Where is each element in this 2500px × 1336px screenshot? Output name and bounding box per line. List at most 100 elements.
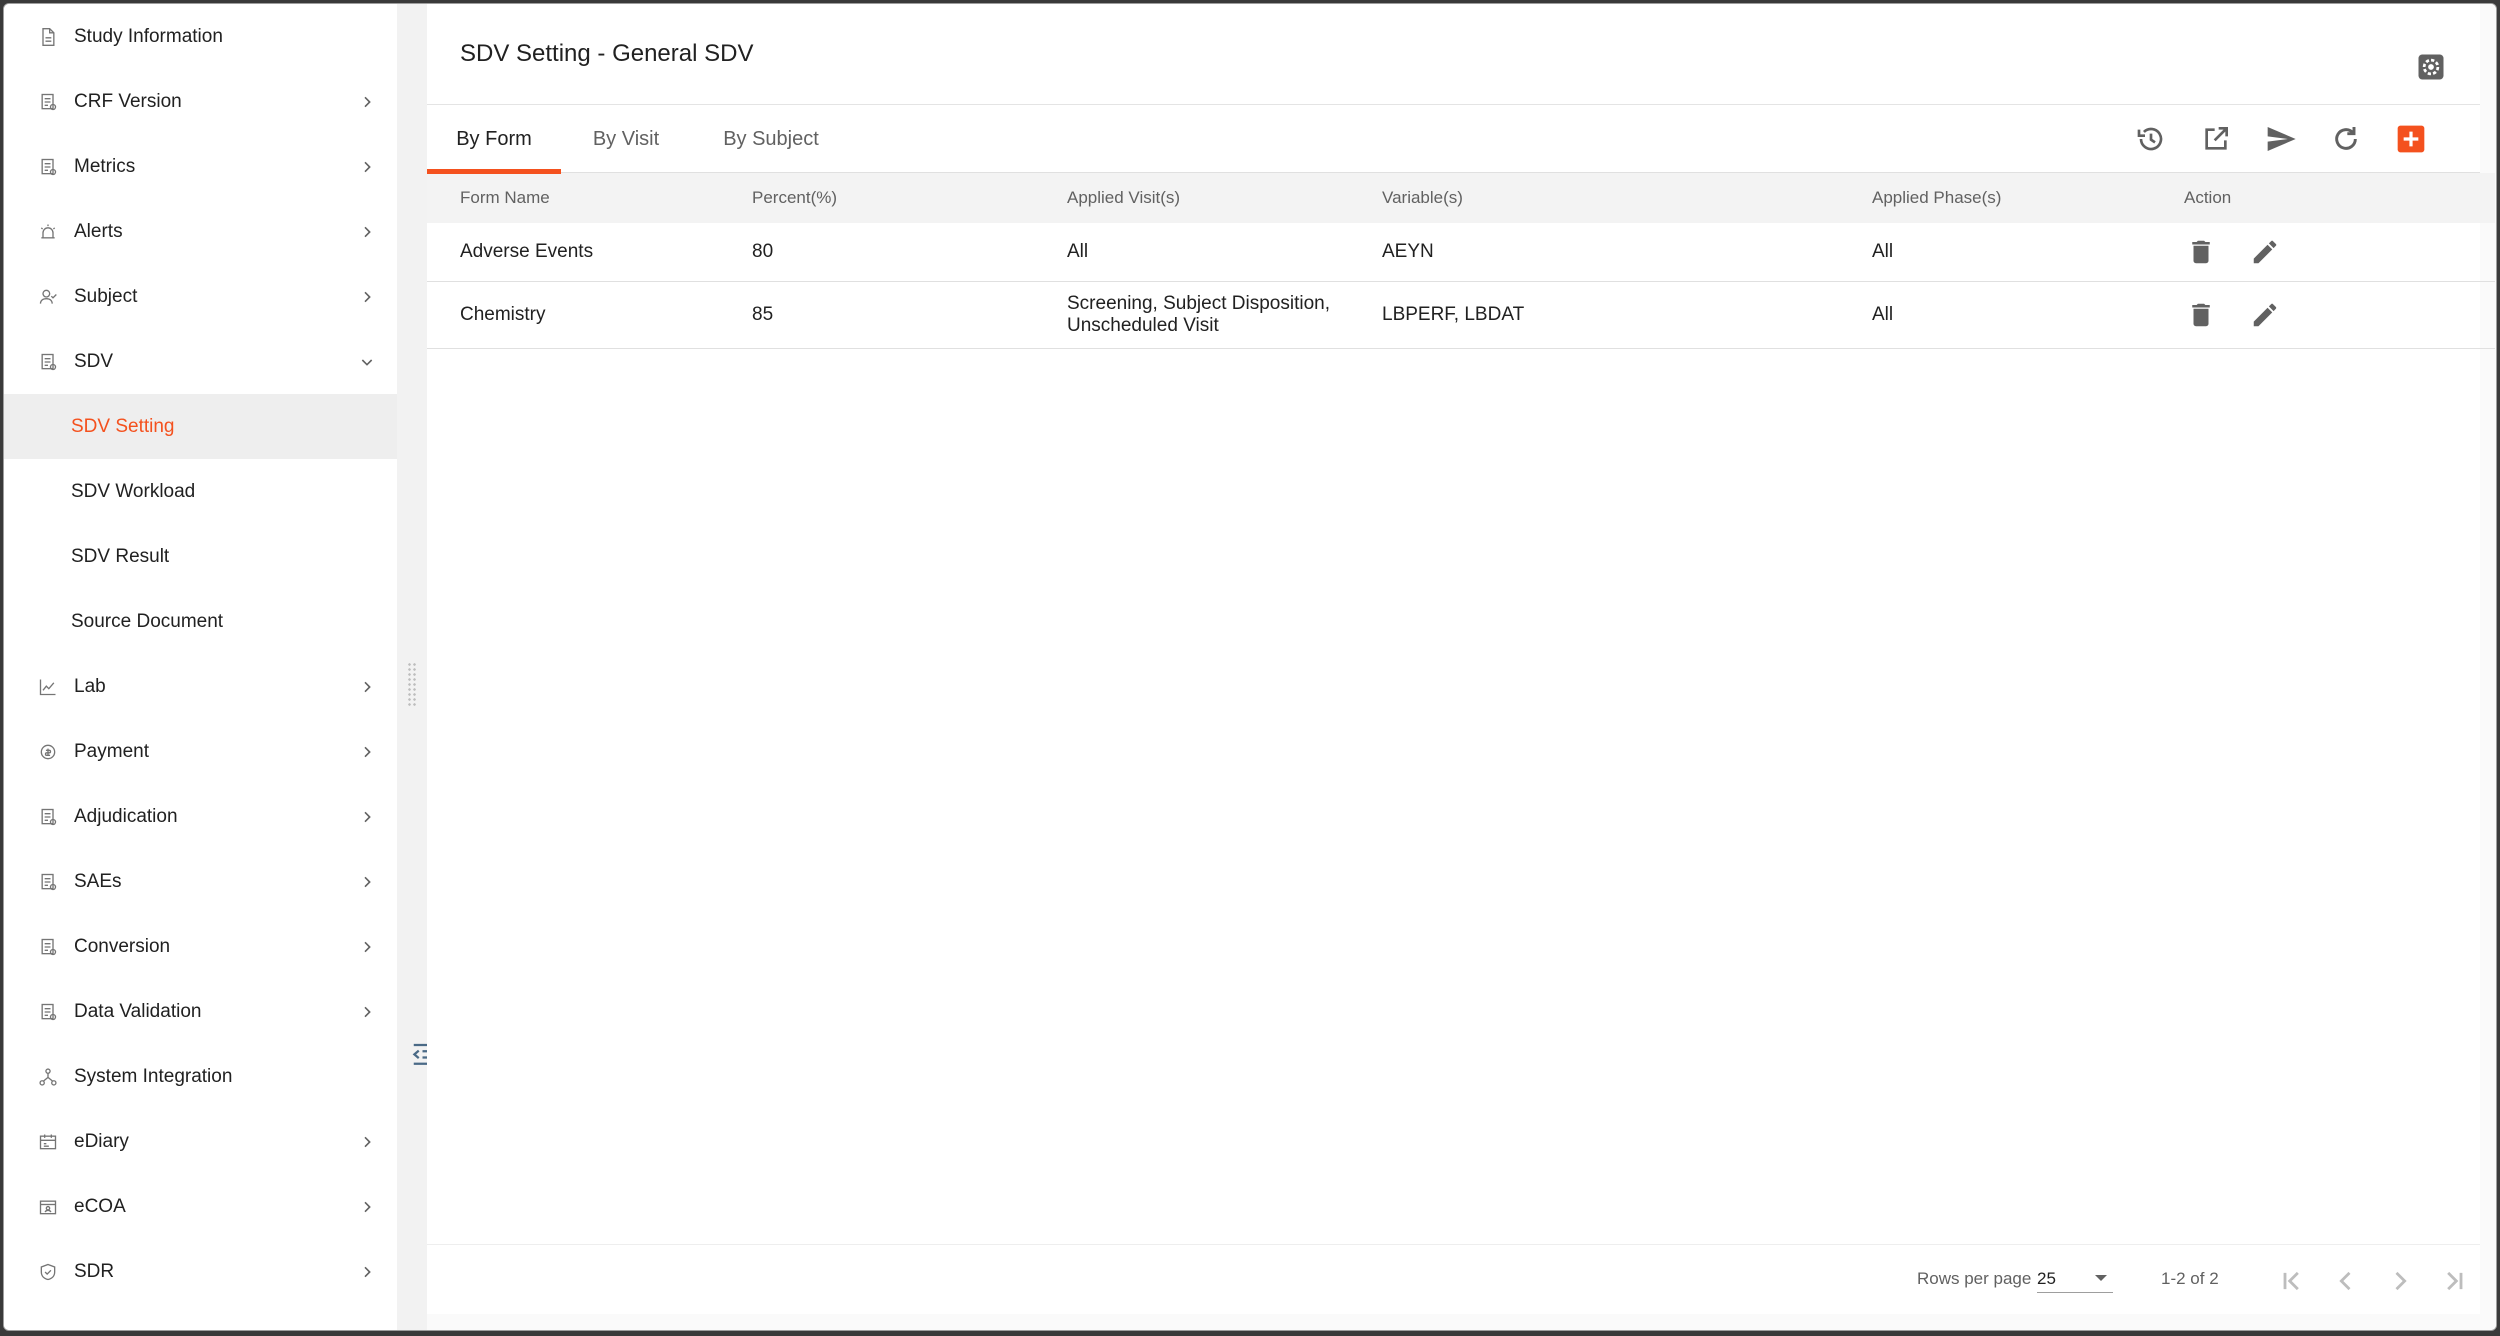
sidebar-item-saes[interactable]: SAEs [4, 849, 397, 914]
delete-icon[interactable] [2184, 235, 2218, 269]
chevron-right-icon [359, 159, 375, 175]
sidebar-subitem-sdv-setting[interactable]: SDV Setting [4, 394, 397, 459]
form-icon [38, 872, 58, 892]
rows-per-page-label: Rows per page [1917, 1269, 2032, 1288]
sidebar-item-label: SAEs [74, 870, 122, 892]
open-in-new-icon[interactable] [2197, 120, 2235, 158]
send-icon[interactable] [2262, 120, 2300, 158]
cell-variables: AEYN [1382, 223, 1872, 282]
sidebar-item-crf-version[interactable]: CRF Version [4, 69, 397, 134]
toolbar [2132, 120, 2430, 158]
next-page-icon[interactable] [2380, 1261, 2420, 1301]
sidebar-subitem-sdv-result[interactable]: SDV Result [4, 524, 397, 589]
tab-by-subject[interactable]: By Subject [691, 105, 851, 173]
form-icon [38, 352, 58, 372]
line-chart-icon [38, 677, 58, 697]
column-header-percent[interactable]: Percent(%) [752, 173, 1067, 223]
chevron-down-icon [359, 354, 375, 370]
sidebar-item-ediary[interactable]: eDiary [4, 1109, 397, 1174]
tab-label: By Visit [592, 127, 660, 150]
sidebar-item-lab[interactable]: Lab [4, 654, 397, 719]
first-page-icon[interactable] [2272, 1261, 2312, 1301]
column-header-action: Action [2184, 188, 2232, 207]
sidebar-item-system-integration[interactable]: System Integration [4, 1044, 397, 1109]
tab-label: By Subject [723, 127, 819, 150]
gear-icon[interactable] [2416, 52, 2446, 82]
sidebar-item-label: SDV [74, 350, 114, 372]
rows-per-page-value: 25 [2037, 1269, 2056, 1288]
tab-bar: By Form By Visit By Subject [427, 105, 2480, 174]
cell-form-name: Chemistry [427, 281, 752, 349]
sidebar-item-ecoa[interactable]: eCOA [4, 1174, 397, 1239]
form-icon [38, 1002, 58, 1022]
column-header-applied-visits[interactable]: Applied Visit(s) [1067, 173, 1382, 223]
cell-percent: 80 [752, 223, 1067, 282]
tab-by-form[interactable]: By Form [427, 105, 561, 174]
last-page-icon[interactable] [2434, 1261, 2474, 1301]
shield-icon [38, 1262, 58, 1282]
sidebar-subitem-sdv-workload[interactable]: SDV Workload [4, 459, 397, 524]
sidebar-item-study-information[interactable]: Study Information [4, 4, 397, 69]
sidebar-item-label: eCOA [74, 1195, 126, 1217]
sidebar-item-conversion[interactable]: Conversion [4, 914, 397, 979]
cell-applied-phases: All [1872, 223, 2184, 282]
people-icon [38, 287, 58, 307]
sidebar-item-payment[interactable]: Payment [4, 719, 397, 784]
sidebar-item-sdv[interactable]: SDV [4, 329, 397, 394]
cell-actions [2184, 281, 2495, 349]
form-icon [38, 92, 58, 112]
refresh-icon[interactable] [2327, 120, 2365, 158]
chevron-right-icon [359, 939, 375, 955]
table-row[interactable]: Chemistry 85 Screening, Subject Disposit… [427, 281, 2495, 349]
column-header-form-name[interactable]: Form Name [427, 173, 752, 223]
chevron-right-icon [359, 874, 375, 890]
chevron-right-icon [359, 94, 375, 110]
edit-pencil-icon[interactable] [2248, 298, 2282, 332]
sidebar-item-label: System Integration [74, 1065, 233, 1087]
tab-label: By Form [456, 127, 532, 150]
sidebar-item-label: Metrics [74, 155, 136, 177]
sidebar-item-label: SDV Setting [71, 415, 175, 437]
badge-icon [38, 1197, 58, 1217]
sidebar-item-metrics[interactable]: Metrics [4, 134, 397, 199]
sidebar-item-label: eDiary [74, 1130, 129, 1152]
table-row[interactable]: Adverse Events 80 All AEYN All [427, 223, 2495, 282]
edit-pencil-icon[interactable] [2248, 235, 2282, 269]
pagination-range: 1-2 of 2 [2161, 1269, 2219, 1288]
table-header-row: Form Name Percent(%) Applied Visit(s) Va… [427, 173, 2495, 223]
sidebar-item-alerts[interactable]: Alerts [4, 199, 397, 264]
chevron-right-icon [359, 289, 375, 305]
sidebar-item-label: Data Validation [74, 1000, 202, 1022]
column-header-variables[interactable]: Variable(s) [1382, 173, 1872, 223]
history-icon[interactable] [2132, 120, 2170, 158]
sidebar-item-label: SDV Workload [71, 480, 196, 502]
previous-page-icon[interactable] [2326, 1261, 2366, 1301]
sdv-settings-table: Form Name Percent(%) Applied Visit(s) Va… [427, 173, 2495, 349]
sidebar-resize-handle[interactable] [397, 4, 427, 1330]
column-header-applied-phases[interactable]: Applied Phase(s) [1872, 173, 2184, 223]
content-card: SDV Setting - General SDV By Form By Vis… [427, 4, 2495, 1314]
pagination-controls [2272, 1261, 2474, 1301]
sidebar-item-sdr[interactable]: SDR [4, 1239, 397, 1304]
sidebar-item-label: Alerts [74, 220, 123, 242]
sidebar-item-label: Source Document [71, 610, 224, 632]
dropdown-caret-icon [2095, 1275, 2107, 1281]
rows-per-page-select[interactable]: 25 [2037, 1263, 2113, 1293]
drag-grip-icon [407, 662, 417, 706]
sidebar-subitem-source-document[interactable]: Source Document [4, 589, 397, 654]
cell-applied-visits: All [1067, 223, 1382, 282]
sidebar-item-adjudication[interactable]: Adjudication [4, 784, 397, 849]
sidebar-item-data-validation[interactable]: Data Validation [4, 979, 397, 1044]
sidebar-item-subject[interactable]: Subject [4, 264, 397, 329]
sidebar-item-label: Adjudication [74, 805, 178, 827]
payment-icon [38, 742, 58, 762]
delete-icon[interactable] [2184, 298, 2218, 332]
alarm-icon [38, 222, 58, 242]
chevron-right-icon [359, 1134, 375, 1150]
tab-by-visit[interactable]: By Visit [561, 105, 691, 173]
sidebar-item-label: Payment [74, 740, 149, 762]
form-icon [38, 937, 58, 957]
add-box-icon[interactable] [2392, 120, 2430, 158]
cell-applied-visits: Screening, Subject Disposition, Unschedu… [1067, 281, 1382, 349]
cell-percent: 85 [752, 281, 1067, 349]
